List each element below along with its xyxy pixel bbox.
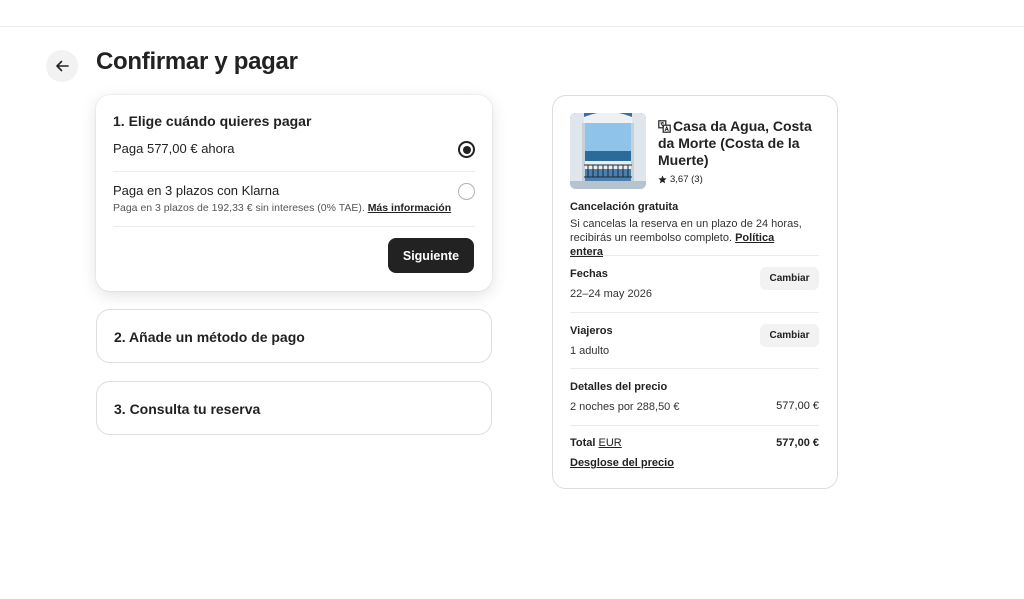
step-1-title: 1. Elige cuándo quieres pagar <box>113 113 312 129</box>
change-travelers-button[interactable]: Cambiar <box>760 324 819 347</box>
currency-link[interactable]: EUR <box>599 437 622 449</box>
price-line-amount: 577,00 € <box>776 400 819 412</box>
total-text: Total <box>570 437 596 449</box>
klarna-description: Paga en 3 plazos de 192,33 € sin interes… <box>113 202 451 214</box>
booking-summary: Casa da Agua, Costa da Morte (Costa de l… <box>552 95 838 489</box>
property-rating: 3,67 (3) <box>658 174 703 185</box>
dates-label: Fechas <box>570 268 608 280</box>
option-divider <box>113 171 475 172</box>
change-dates-button[interactable]: Cambiar <box>760 267 819 290</box>
rating-value: 3,67 (3) <box>670 174 703 185</box>
cancellation-text: Si cancelas la reserva en un plazo de 24… <box>570 217 810 259</box>
page-title: Confirmar y pagar <box>96 48 298 75</box>
back-button[interactable] <box>46 50 78 82</box>
klarna-sub-text: Paga en 3 plazos de 192,33 € sin interes… <box>113 202 365 214</box>
translate-icon <box>658 120 671 133</box>
property-name: Casa da Agua, Costa da Morte (Costa de l… <box>658 118 812 168</box>
star-icon <box>658 175 667 184</box>
price-line: 2 noches por 288,50 € <box>570 401 680 413</box>
next-button[interactable]: Siguiente <box>388 238 474 273</box>
step-3-card[interactable]: 3. Consulta tu reserva <box>96 381 492 435</box>
summary-divider-3 <box>570 368 819 369</box>
step-1-card: 1. Elige cuándo quieres pagar Paga 577,0… <box>96 95 492 291</box>
arrow-left-icon <box>56 60 69 72</box>
step-3-title: 3. Consulta tu reserva <box>114 401 261 417</box>
property-title: Casa da Agua, Costa da Morte (Costa de l… <box>658 118 828 169</box>
top-bar <box>0 0 1024 27</box>
summary-divider-1 <box>570 255 819 256</box>
summary-divider-4 <box>570 425 819 426</box>
summary-divider-2 <box>570 312 819 313</box>
price-details-label: Detalles del precio <box>570 381 668 393</box>
property-photo <box>570 113 646 189</box>
total-amount: 577,00 € <box>776 437 819 449</box>
pay-now-label: Paga 577,00 € ahora <box>113 141 235 156</box>
travelers-label: Viajeros <box>570 325 613 337</box>
dates-value: 22–24 may 2026 <box>570 288 652 300</box>
pay-now-radio[interactable] <box>458 141 475 158</box>
cancellation-title: Cancelación gratuita <box>570 201 679 213</box>
travelers-value: 1 adulto <box>570 345 610 357</box>
button-divider <box>113 226 475 227</box>
step-2-card[interactable]: 2. Añade un método de pago <box>96 309 492 363</box>
total-label: Total EUR <box>570 437 622 449</box>
step-2-title: 2. Añade un método de pago <box>114 329 305 345</box>
price-breakdown-link[interactable]: Desglose del precio <box>570 457 674 469</box>
more-info-link[interactable]: Más información <box>368 202 451 214</box>
pay-klarna-label: Paga en 3 plazos con Klarna <box>113 183 280 198</box>
pay-klarna-radio[interactable] <box>458 183 475 200</box>
